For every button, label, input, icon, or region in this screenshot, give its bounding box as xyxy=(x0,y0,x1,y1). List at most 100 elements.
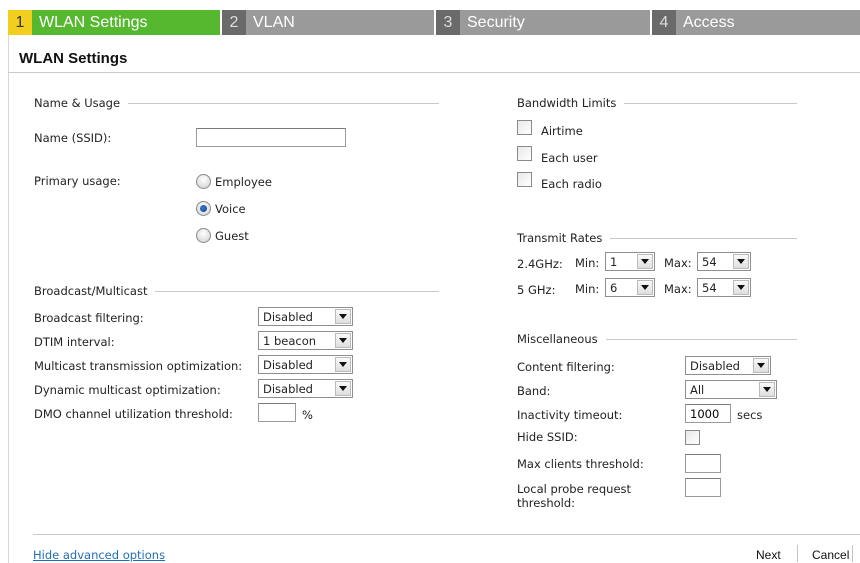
hide-ssid-label: Hide SSID: xyxy=(517,430,578,444)
footer-divider xyxy=(33,534,860,535)
ssid-input[interactable] xyxy=(196,128,346,147)
hide-advanced-options-link[interactable]: Hide advanced options xyxy=(33,548,165,562)
wizard-step-access[interactable]: 4 Access xyxy=(652,10,860,35)
cancel-button[interactable]: Cancel xyxy=(812,548,849,562)
radio-guest-label: Guest xyxy=(215,229,249,243)
section-transmit-rates: Transmit Rates xyxy=(517,231,797,245)
section-miscellaneous: Miscellaneous xyxy=(517,332,797,346)
max-clients-input[interactable] xyxy=(685,454,721,473)
button-separator xyxy=(797,545,798,562)
section-bandwidth-limits: Bandwidth Limits xyxy=(517,96,797,110)
checkbox-each-user[interactable] xyxy=(517,146,532,161)
min-rate-24ghz-select[interactable]: 1 xyxy=(605,252,655,271)
chevron-down-icon[interactable] xyxy=(335,357,351,372)
each-user-label: Each user xyxy=(541,151,598,165)
chevron-down-icon[interactable] xyxy=(753,358,769,373)
next-button[interactable]: Next xyxy=(756,548,781,562)
dtim-interval-label: DTIM interval: xyxy=(34,335,115,349)
local-probe-label-line2: threshold: xyxy=(517,496,576,510)
wizard-step-label: WLAN Settings xyxy=(39,13,148,31)
section-label: Miscellaneous xyxy=(517,332,598,346)
wizard-step-number: 4 xyxy=(652,10,676,35)
max-clients-label: Max clients threshold: xyxy=(517,457,644,471)
wizard-step-label: Security xyxy=(467,13,525,31)
select-value: 54 xyxy=(702,280,717,295)
broadcast-filtering-label: Broadcast filtering: xyxy=(34,311,144,325)
select-value: 1 xyxy=(610,254,618,269)
wizard-steps: 1 WLAN Settings 2 VLAN 3 Security 4 Acce… xyxy=(8,10,860,35)
chevron-down-icon[interactable] xyxy=(335,381,351,396)
min-label: Min: xyxy=(575,256,600,270)
wizard-step-label: VLAN xyxy=(253,13,295,31)
local-probe-label-line1: Local probe request xyxy=(517,482,632,496)
select-value: Disabled xyxy=(263,381,313,396)
band-24ghz-label: 2.4GHz: xyxy=(517,257,563,271)
airtime-label: Airtime xyxy=(541,124,583,138)
radio-employee[interactable] xyxy=(196,174,211,189)
wizard-step-vlan[interactable]: 2 VLAN xyxy=(222,10,436,35)
max-rate-5ghz-select[interactable]: 54 xyxy=(697,278,751,297)
percent-unit: % xyxy=(302,408,313,422)
band-label: Band: xyxy=(517,384,551,398)
chevron-down-icon[interactable] xyxy=(733,254,749,269)
max-rate-24ghz-select[interactable]: 54 xyxy=(697,252,751,271)
min-rate-5ghz-select[interactable]: 6 xyxy=(605,278,655,297)
select-value: 1 beacon xyxy=(263,333,317,348)
dynamic-multicast-opt-select[interactable]: Disabled xyxy=(258,379,353,398)
section-label: Name & Usage xyxy=(34,96,121,110)
section-divider xyxy=(610,237,797,239)
radio-voice[interactable] xyxy=(196,201,211,216)
wizard-step-label: Access xyxy=(683,13,735,31)
select-value: All xyxy=(690,382,705,397)
select-value: Disabled xyxy=(263,309,313,324)
dynamic-multicast-opt-label: Dynamic multicast optimization: xyxy=(34,383,221,397)
section-name-usage: Name & Usage xyxy=(34,96,439,110)
section-label: Broadcast/Multicast xyxy=(34,284,148,298)
section-label: Transmit Rates xyxy=(517,231,603,245)
ssid-label: Name (SSID): xyxy=(34,131,112,145)
radio-guest[interactable] xyxy=(196,228,211,243)
dmo-threshold-input[interactable] xyxy=(258,403,296,422)
chevron-down-icon[interactable] xyxy=(733,280,749,295)
min-label: Min: xyxy=(575,282,600,296)
chevron-down-icon[interactable] xyxy=(637,254,653,269)
primary-usage-label: Primary usage: xyxy=(34,174,121,188)
checkbox-each-radio[interactable] xyxy=(517,172,532,187)
broadcast-filtering-select[interactable]: Disabled xyxy=(258,307,353,326)
dtim-interval-select[interactable]: 1 beacon xyxy=(258,331,353,350)
local-probe-input[interactable] xyxy=(685,478,721,497)
multicast-tx-opt-label: Multicast transmission optimization: xyxy=(34,359,243,373)
checkbox-airtime[interactable] xyxy=(517,120,532,135)
select-value: Disabled xyxy=(690,358,740,373)
band-select[interactable]: All xyxy=(685,380,777,399)
wizard-step-number: 2 xyxy=(222,10,246,35)
dmo-threshold-label: DMO channel utilization threshold: xyxy=(34,407,233,421)
content-filtering-label: Content filtering: xyxy=(517,360,615,374)
wizard-step-security[interactable]: 3 Security xyxy=(436,10,652,35)
section-divider xyxy=(155,290,439,292)
chevron-down-icon[interactable] xyxy=(637,280,653,295)
section-label: Bandwidth Limits xyxy=(517,96,617,110)
settings-panel xyxy=(8,35,860,563)
wizard-step-number: 1 xyxy=(8,10,32,35)
section-divider xyxy=(624,102,797,104)
inactivity-timeout-input[interactable] xyxy=(685,404,731,423)
max-label: Max: xyxy=(664,256,692,270)
select-value: 54 xyxy=(702,254,717,269)
title-divider xyxy=(8,72,860,73)
inactivity-timeout-label: Inactivity timeout: xyxy=(517,408,623,422)
chevron-down-icon[interactable] xyxy=(335,333,351,348)
chevron-down-icon[interactable] xyxy=(759,382,775,397)
multicast-tx-opt-select[interactable]: Disabled xyxy=(258,355,353,374)
each-radio-label: Each radio xyxy=(541,177,602,191)
content-filtering-select[interactable]: Disabled xyxy=(685,356,771,375)
button-separator xyxy=(852,545,853,562)
wizard-step-wlan-settings[interactable]: 1 WLAN Settings xyxy=(8,10,222,35)
hide-ssid-checkbox[interactable] xyxy=(685,430,700,445)
radio-employee-label: Employee xyxy=(215,175,272,189)
radio-voice-label: Voice xyxy=(215,202,246,216)
section-divider xyxy=(128,102,439,104)
max-label: Max: xyxy=(664,282,692,296)
secs-unit: secs xyxy=(737,408,763,422)
chevron-down-icon[interactable] xyxy=(335,309,351,324)
